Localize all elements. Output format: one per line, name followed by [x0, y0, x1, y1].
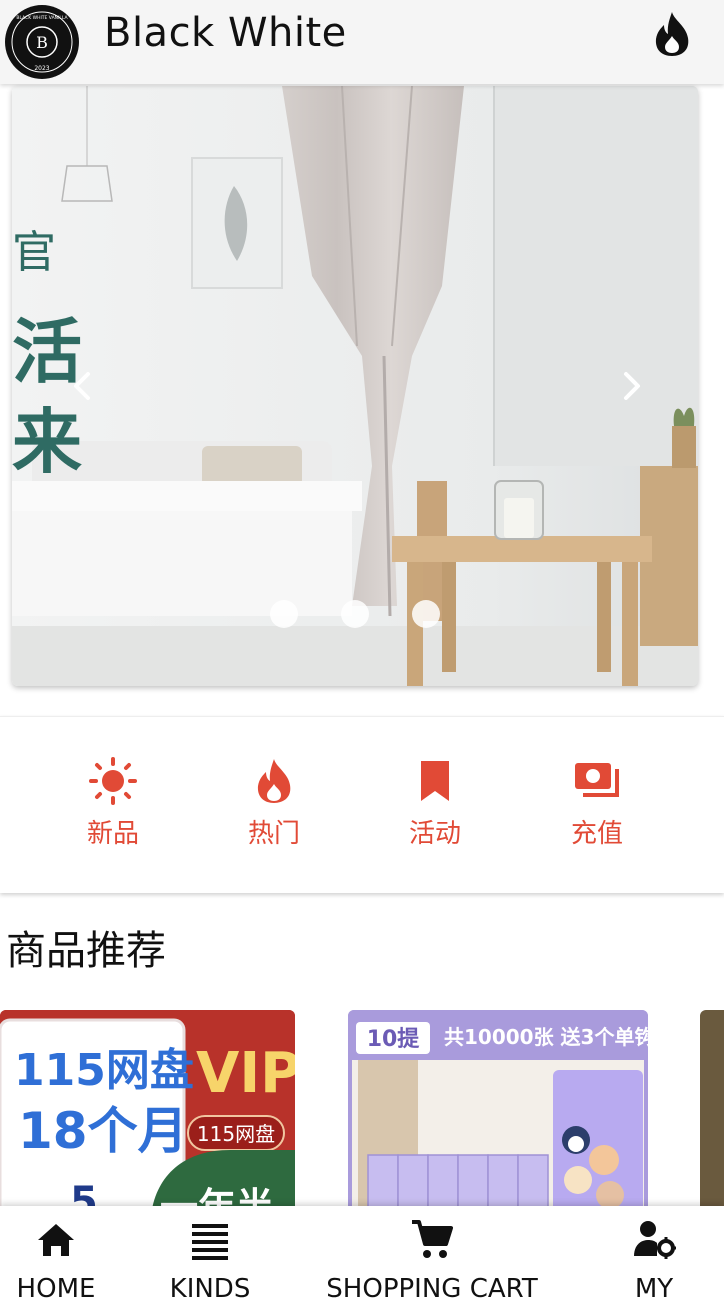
product-badge: VIP [196, 1041, 295, 1106]
home-icon [38, 1224, 74, 1256]
product-image: 115网盘 18个月 5 VIP 115网盘 一年半 [0, 1010, 295, 1210]
quick-action-label: 充值 [570, 819, 623, 849]
chevron-right-icon[interactable] [612, 366, 652, 406]
logo-text: BLACK WHITE VANILLA [16, 15, 68, 21]
carousel-dot-1[interactable] [270, 600, 298, 628]
quick-action-new[interactable]: 新品 [63, 757, 163, 850]
quick-action-hot[interactable]: 热门 [224, 757, 324, 850]
product-image: 10提 共10000张 送3个单钩 [348, 1010, 648, 1210]
fire-icon[interactable] [650, 10, 694, 58]
product-card[interactable] [700, 1010, 724, 1210]
cart-icon [412, 1220, 453, 1258]
product-line-2: 18个月 [18, 1102, 188, 1160]
nav-label: HOME [16, 1274, 96, 1304]
carousel-dot-2[interactable] [341, 600, 369, 628]
list-icon [192, 1224, 228, 1260]
brand-logo: B 2023 BLACK WHITE VANILLA [5, 5, 79, 79]
quick-action-label: 热门 [247, 819, 300, 849]
carousel-dot-3[interactable] [412, 600, 440, 628]
product-sub-badge: 115网盘 [197, 1122, 275, 1146]
quick-action-label: 活动 [408, 819, 461, 849]
banner-text-line-1: 官 [12, 227, 56, 278]
nav-home[interactable]: HOME [10, 1218, 102, 1304]
money-icon [575, 763, 619, 797]
quick-action-recharge[interactable]: 充值 [547, 757, 647, 850]
nav-shopping-cart[interactable]: SHOPPING CART [322, 1218, 542, 1304]
product-headline: 共10000张 送3个单钩 [444, 1025, 648, 1049]
banner-image [12, 86, 698, 686]
fire-icon [257, 759, 291, 803]
quick-action-label: 新品 [86, 819, 139, 849]
nav-kinds[interactable]: KINDS [160, 1218, 260, 1304]
section-title: 商品推荐 [6, 928, 166, 974]
sun-icon [89, 757, 137, 805]
product-line-1: 115网盘 [14, 1045, 194, 1096]
chevron-left-icon[interactable] [62, 366, 102, 406]
nav-label: SHOPPING CART [326, 1274, 538, 1304]
bottom-navigation: HOME KINDS SHOPPING CART MY [0, 1206, 724, 1314]
app-bar: B 2023 BLACK WHITE VANILLA Black White [0, 0, 724, 84]
user-settings-icon [634, 1221, 676, 1259]
quick-action-event[interactable]: 活动 [385, 757, 485, 850]
product-card[interactable]: 115网盘 18个月 5 VIP 115网盘 一年半 [0, 1010, 295, 1210]
product-tag: 10提 [367, 1026, 421, 1052]
banner-carousel[interactable]: 官 活 来 [12, 86, 698, 686]
bookmark-icon [421, 761, 449, 801]
nav-label: MY [634, 1274, 674, 1304]
nav-my[interactable]: MY [614, 1218, 694, 1304]
logo-letter: B [36, 33, 48, 52]
nav-label: KINDS [169, 1274, 251, 1304]
quick-actions: 新品 热门 活动 充值 [0, 716, 724, 893]
product-list: 115网盘 18个月 5 VIP 115网盘 一年半 10提 共10000张 送… [0, 1010, 724, 1210]
app-title: Black White [104, 10, 347, 56]
product-card[interactable]: 10提 共10000张 送3个单钩 [348, 1010, 648, 1210]
logo-year: 2023 [34, 65, 49, 72]
